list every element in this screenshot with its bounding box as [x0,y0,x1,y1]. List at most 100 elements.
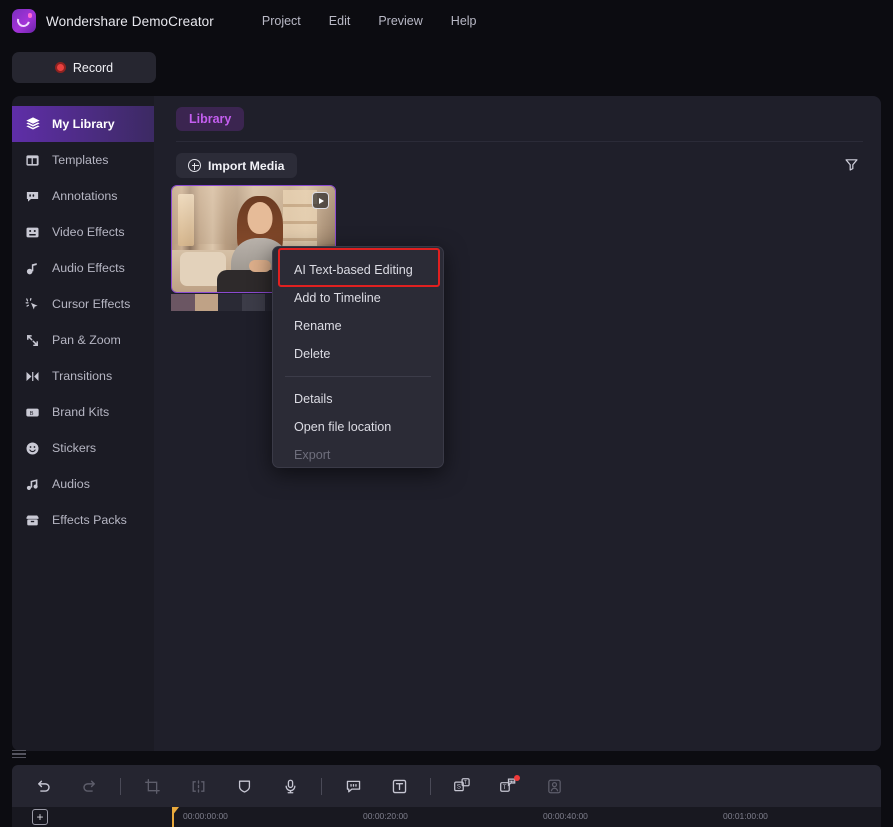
sidebar-item-label: Audios [52,477,90,491]
svg-text:S: S [457,784,461,790]
sidebar-item-annotations[interactable]: Annotations [12,178,154,214]
ruler-tick-label: 00:00:00:00 [183,811,228,821]
thumbnail-person-face [247,202,273,234]
notification-badge [514,775,520,781]
sidebar-item-pan-and-zoom[interactable]: Pan & Zoom [12,322,154,358]
svg-text:T: T [503,785,507,791]
undo-icon[interactable] [28,771,58,801]
tab-library[interactable]: Library [176,107,245,131]
sidebar-item-label: Annotations [52,189,118,203]
play-badge-icon[interactable] [312,192,329,209]
import-media-label: Import Media [208,158,285,173]
filmstrip-frame [241,294,266,311]
filmstrip-frame [171,294,195,311]
context-menu-item-rename[interactable]: Rename [273,312,443,340]
left-sidebar: My Library Templates Annotations Video E… [12,96,154,751]
app-title: Wondershare DemoCreator [46,13,214,29]
effects-pack-icon [24,512,41,529]
redo-icon[interactable] [74,771,104,801]
sidebar-item-my-library[interactable]: My Library [12,106,154,142]
context-menu: AI Text-based Editing Add to Timeline Re… [272,246,444,468]
ruler-tick-label: 00:01:00:00 [723,811,768,821]
context-menu-item-details[interactable]: Details [273,385,443,413]
caption-bubble-icon[interactable] [338,771,368,801]
context-menu-item-add-to-timeline[interactable]: Add to Timeline [273,284,443,312]
sidebar-item-brand-kits[interactable]: B Brand Kits [12,394,154,430]
split-icon[interactable] [183,771,213,801]
transition-icon [24,368,41,385]
menu-item-preview[interactable]: Preview [364,9,436,33]
sidebar-item-label: Stickers [52,441,97,455]
context-menu-item-export: Export [294,448,331,462]
layers-icon [24,116,41,133]
logo-dot [27,13,32,18]
import-media-button[interactable]: Import Media [176,153,297,178]
shield-mask-icon[interactable] [229,771,259,801]
text-to-speech-icon[interactable]: T [493,771,523,801]
library-panel: Library Import Media [154,96,881,751]
thumbnail-lamp-left [178,194,194,246]
sidebar-item-cursor-effects[interactable]: Cursor Effects [12,286,154,322]
menu-items: Project Edit Preview Help [248,9,491,33]
panel-divider [176,141,863,142]
svg-text:B: B [30,410,34,416]
sidebar-item-label: Transitions [52,369,113,383]
sidebar-item-templates[interactable]: Templates [12,142,154,178]
sidebar-item-label: Audio Effects [52,261,125,275]
cursor-sparkle-icon [24,296,41,313]
ruler-tick-label: 00:00:40:00 [543,811,588,821]
timeline-ruler[interactable]: + 00:00:00:00 00:00:20:00 00:00:40:00 00… [12,807,881,827]
sidebar-item-label: Cursor Effects [52,297,131,311]
sidebar-item-label: Video Effects [52,225,125,239]
sidebar-item-label: Templates [52,153,109,167]
sidebar-item-stickers[interactable]: Stickers [12,430,154,466]
editor-toolbar: ST T [12,765,881,807]
filmstrip-frame [218,294,242,311]
record-button-label: Record [72,60,114,75]
ruler-tick-label: 00:00:20:00 [363,811,408,821]
filmstrip-frame [194,294,219,311]
plus-circle-icon [188,159,201,172]
film-face-icon [24,224,41,241]
microphone-icon[interactable] [275,771,305,801]
toolbar-separator [120,777,121,795]
context-menu-item-ai-text-based-editing[interactable]: AI Text-based Editing [273,256,443,284]
add-track-icon[interactable]: + [32,809,48,825]
context-menu-item-delete[interactable]: Delete [273,340,443,368]
sidebar-item-effects-packs[interactable]: Effects Packs [12,502,154,538]
playhead[interactable] [172,807,174,827]
avatar-presenter-icon[interactable] [539,771,569,801]
sidebar-item-video-effects[interactable]: Video Effects [12,214,154,250]
sidebar-item-label: Pan & Zoom [52,333,121,347]
panel-resize-grip[interactable] [12,750,26,759]
smiley-icon [24,440,41,457]
brand-kit-icon: B [24,404,41,421]
play-triangle [318,197,324,204]
context-menu-item-open-file-location[interactable]: Open file location [273,413,443,441]
menu-item-help[interactable]: Help [437,9,491,33]
sidebar-item-transitions[interactable]: Transitions [12,358,154,394]
subtitle-stack-icon[interactable]: ST [447,771,477,801]
speech-bubble-icon [24,188,41,205]
sidebar-item-label: Brand Kits [52,405,110,419]
template-grid-icon [24,152,41,169]
text-box-icon[interactable] [384,771,414,801]
democreator-window: Wondershare DemoCreator Project Edit Pre… [0,0,893,827]
bottom-area: ST T [12,750,881,815]
context-menu-separator [285,376,431,377]
music-note-icon [24,260,41,277]
democreator-logo-icon [12,9,36,33]
sidebar-item-label: My Library [52,117,115,131]
sidebar-item-audios[interactable]: Audios [12,466,154,502]
sidebar-item-audio-effects[interactable]: Audio Effects [12,250,154,286]
music-icon [24,476,41,493]
record-button[interactable]: Record [12,52,156,83]
menu-item-edit[interactable]: Edit [315,9,365,33]
menu-item-project[interactable]: Project [248,9,315,33]
thumbnail-person-hands [249,260,272,272]
filter-funnel-icon[interactable] [840,153,862,175]
toolbar-separator [430,777,431,795]
crop-icon[interactable] [137,771,167,801]
toolbar-separator [321,777,322,795]
pan-zoom-arrows-icon [24,332,41,349]
